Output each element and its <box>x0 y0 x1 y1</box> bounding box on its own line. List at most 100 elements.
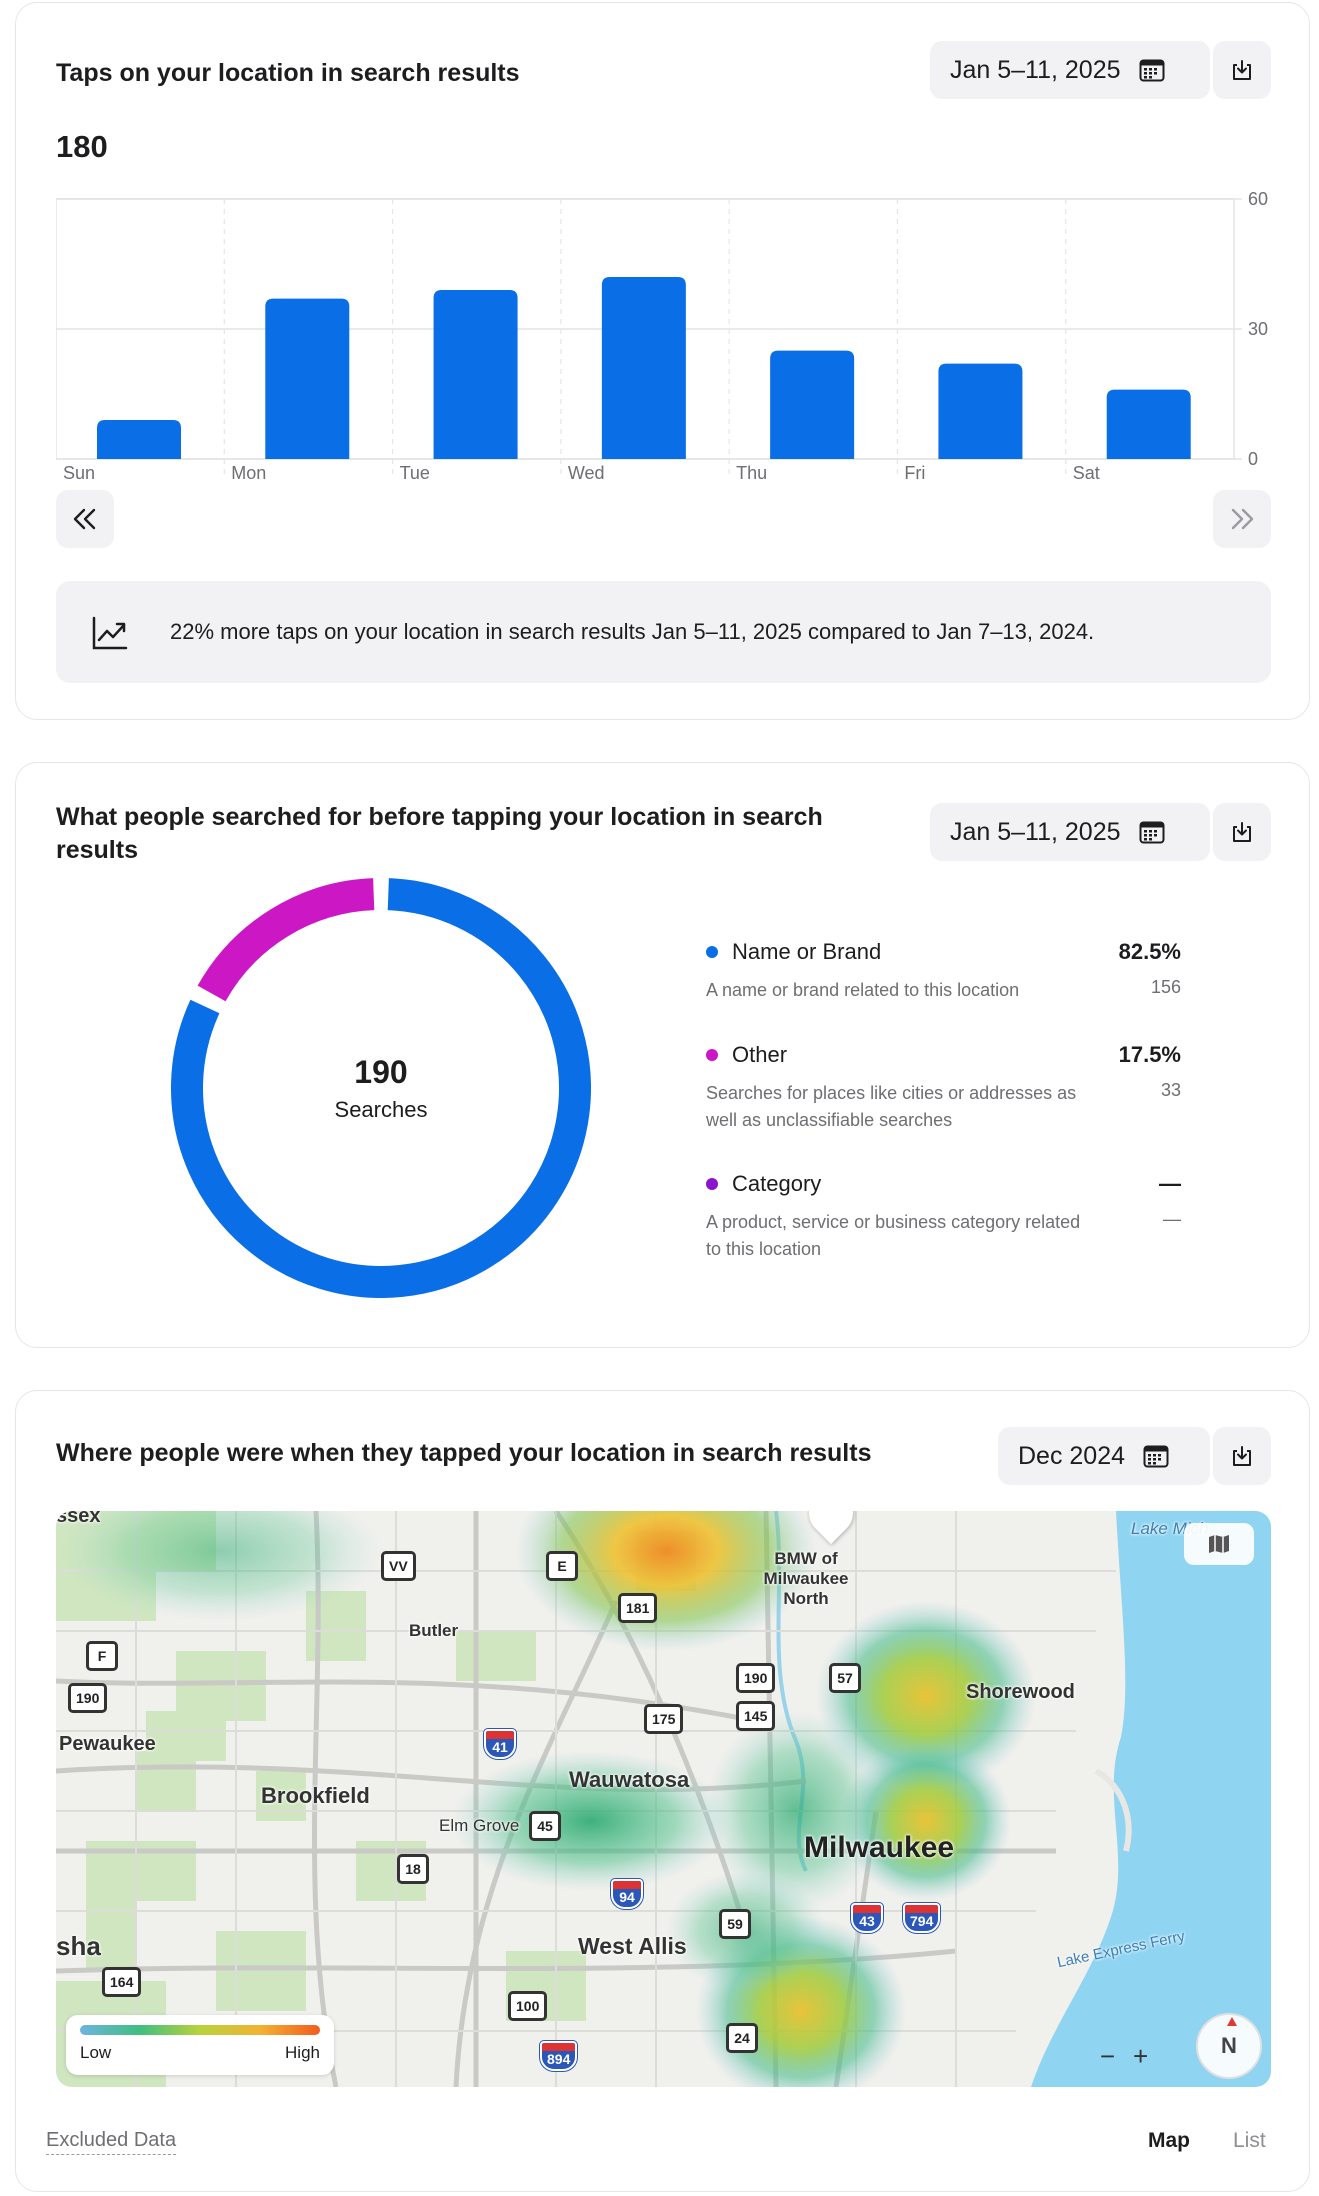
searches-date-label: Jan 5–11, 2025 <box>950 817 1121 846</box>
heat-legend: Low High <box>66 2015 334 2075</box>
map-label-pewaukee: Pewaukee <box>59 1733 156 1755</box>
zoom-out-button[interactable]: − <box>1100 2041 1115 2072</box>
next-week-button[interactable] <box>1213 490 1271 548</box>
x-tick-label: Sat <box>1073 463 1100 483</box>
route-shield: 45 <box>529 1811 561 1841</box>
calendar-icon <box>1139 821 1165 844</box>
route-shield: 100 <box>508 1991 548 2021</box>
map-label-shorewood: Shorewood <box>966 1681 1075 1703</box>
bar-mon <box>265 298 350 459</box>
taps-card-title: Taps on your location in search results <box>56 59 520 87</box>
searches-total-label: Searches <box>334 1096 428 1122</box>
route-shield: 181 <box>618 1593 658 1623</box>
double-chevron-right-icon <box>1231 508 1254 530</box>
legend-dot <box>706 1178 718 1190</box>
route-shield: F <box>86 1641 118 1671</box>
x-tick-label: Fri <box>904 463 925 483</box>
legend-dot <box>706 946 718 958</box>
searches-total: 190 <box>354 1053 408 1090</box>
searches-card-title: What people searched for before tapping … <box>56 803 823 864</box>
legend-description: A name or brand related to this location <box>706 980 1020 1000</box>
legend-item-name-or-brand: Name or Brand 82.5% A name or brand rela… <box>691 939 1181 1004</box>
map-base <box>56 1511 1271 2087</box>
taps-date-picker[interactable]: Jan 5–11, 2025 <box>930 41 1210 99</box>
download-icon <box>1233 1446 1251 1466</box>
route-shield: 190 <box>68 1683 108 1713</box>
route-shield: 18 <box>397 1854 429 1884</box>
route-shield: 175 <box>644 1704 684 1734</box>
heat-map[interactable]: ssex Lake Mich BMW of Milwaukee North Bu… <box>56 1511 1271 2087</box>
map-type-button[interactable] <box>1184 1523 1254 1565</box>
legend-description: Searches for places like cities or addre… <box>706 1083 1077 1130</box>
calendar-icon <box>1139 59 1165 82</box>
bar-tue <box>433 290 518 459</box>
donut-center: 190 Searches <box>171 878 591 1298</box>
y-tick-label: 0 <box>1248 449 1258 469</box>
route-shield: 190 <box>736 1663 776 1693</box>
map-date-label: Dec 2024 <box>1018 1441 1126 1470</box>
x-tick-label: Tue <box>400 463 430 483</box>
bar-sat <box>1106 389 1191 459</box>
legend-count: — <box>1163 1209 1181 1229</box>
route-shield: 24 <box>726 2023 758 2053</box>
map-label-west-allis: West Allis <box>578 1933 687 1959</box>
x-tick-label: Wed <box>568 463 605 483</box>
route-shield: 57 <box>829 1663 861 1693</box>
map-label-wauwatosa: Wauwatosa <box>569 1767 690 1792</box>
x-tick-label: Sun <box>63 463 95 483</box>
map-icon <box>1209 1535 1229 1553</box>
interstate-shield: 43 <box>851 1903 883 1933</box>
map-label-waukesha: sha <box>56 1931 101 1961</box>
legend-item-other: Other 17.5% Searches for places like cit… <box>691 1042 1181 1134</box>
tab-list[interactable]: List <box>1233 2129 1266 2153</box>
zoom-controls: − + <box>1086 2036 1162 2076</box>
zoom-in-button[interactable]: + <box>1133 2041 1148 2072</box>
legend-label: Category <box>732 1171 822 1196</box>
legend-count: 33 <box>1160 1080 1181 1100</box>
route-shield: 164 <box>102 1967 142 1997</box>
legend-description: A product, service or business category … <box>706 1212 1081 1259</box>
interstate-shield: 94 <box>611 1879 643 1909</box>
map-card-title: Where people were when they tapped your … <box>56 1439 872 1467</box>
legend-percent: 17.5% <box>1118 1042 1181 1067</box>
heat-legend-high: High <box>285 2043 320 2062</box>
trending-up-icon <box>92 616 128 650</box>
y-tick-label: 60 <box>1248 189 1268 209</box>
legend-label: Name or Brand <box>732 939 882 964</box>
taps-date-label: Jan 5–11, 2025 <box>950 55 1121 84</box>
compass-icon <box>1227 2017 1237 2026</box>
legend-item-category: Category — A product, service or busines… <box>691 1171 1181 1263</box>
route-shield: VV <box>381 1551 416 1581</box>
map-label-bmw: BMW of Milwaukee North <box>763 1549 849 1608</box>
searches-download-button[interactable] <box>1213 803 1271 861</box>
insight-text: 22% more taps on your location in search… <box>170 619 1095 644</box>
map-label-milwaukee: Milwaukee <box>804 1831 955 1864</box>
compass-button[interactable]: N <box>1196 2013 1262 2079</box>
route-shield: 59 <box>719 1909 751 1939</box>
previous-week-button[interactable] <box>56 490 114 548</box>
legend-percent: 82.5% <box>1118 939 1181 964</box>
map-date-picker[interactable]: Dec 2024 <box>998 1427 1210 1485</box>
route-shield: E <box>546 1551 578 1581</box>
calendar-icon <box>1143 1445 1169 1468</box>
map-label-elm-grove: Elm Grove <box>439 1816 520 1835</box>
x-tick-label: Mon <box>231 463 266 483</box>
excluded-data-link[interactable]: Excluded Data <box>46 2129 177 2155</box>
taps-download-button[interactable] <box>1213 41 1271 99</box>
map-download-button[interactable] <box>1213 1427 1271 1485</box>
legend-dot <box>706 1049 718 1061</box>
location-map-card: Where people were when they tapped your … <box>15 1390 1310 2192</box>
double-chevron-left-icon <box>73 508 96 530</box>
x-tick-label: Thu <box>736 463 767 483</box>
interstate-shield: 41 <box>484 1729 516 1759</box>
tab-map[interactable]: Map <box>1148 2129 1190 2153</box>
legend-percent: — <box>1159 1171 1181 1196</box>
legend-label: Other <box>732 1042 788 1067</box>
map-label-brookfield: Brookfield <box>261 1783 370 1808</box>
interstate-shield: 894 <box>540 2041 578 2071</box>
heat-legend-low: Low <box>80 2043 112 2062</box>
heat-gradient-bar <box>80 2025 320 2035</box>
searches-date-picker[interactable]: Jan 5–11, 2025 <box>930 803 1210 861</box>
download-icon <box>1233 60 1251 80</box>
map-label-sussex: ssex <box>56 1511 101 1527</box>
